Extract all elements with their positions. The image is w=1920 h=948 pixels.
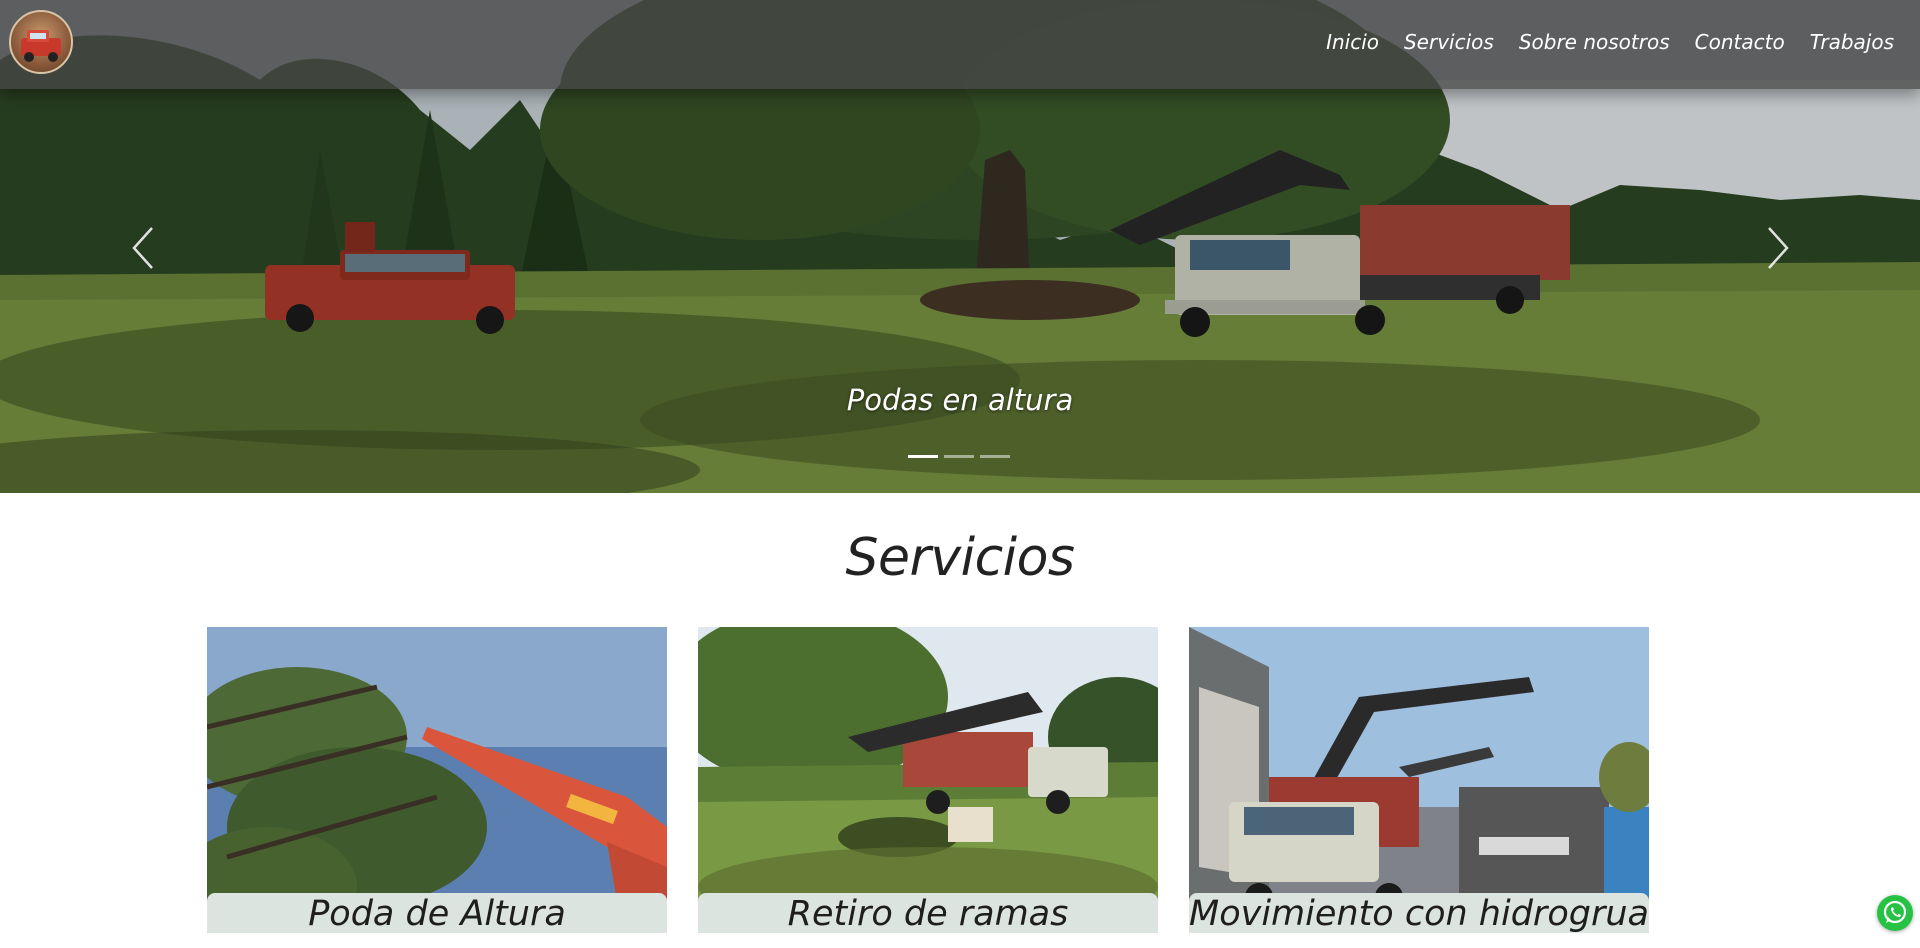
service-card-label: Movimiento con hidrogrua [1189, 893, 1649, 933]
service-card-poda[interactable]: Poda de Altura [207, 627, 667, 933]
service-card-label: Retiro de ramas [698, 893, 1158, 933]
carousel-indicators [908, 455, 1010, 458]
whatsapp-button[interactable] [1877, 895, 1913, 931]
service-card-hidrogrua[interactable]: Movimiento con hidrogrua [1189, 627, 1649, 933]
nav-link-inicio[interactable]: Inicio [1326, 30, 1379, 54]
chevron-left-icon [132, 227, 153, 269]
whatsapp-icon [1883, 900, 1907, 924]
chevron-right-icon [1768, 227, 1789, 269]
service-image-poda [207, 627, 667, 933]
navbar: Inicio Servicios Sobre nosotros Contacto… [0, 0, 1920, 89]
services-title: Servicios [845, 528, 1075, 588]
carousel-indicator-1[interactable] [908, 455, 938, 458]
carousel-next-button[interactable] [1757, 224, 1797, 272]
nav-menu: Inicio Servicios Sobre nosotros Contacto… [1326, 30, 1894, 54]
nav-link-contacto[interactable]: Contacto [1695, 30, 1785, 54]
carousel-prev-button[interactable] [124, 224, 164, 272]
nav-link-trabajos[interactable]: Trabajos [1810, 30, 1894, 54]
service-image-hidrogrua [1189, 627, 1649, 933]
carousel-indicator-3[interactable] [980, 455, 1010, 458]
service-card-retiro[interactable]: Retiro de ramas [698, 627, 1158, 933]
hero-carousel: Inicio Servicios Sobre nosotros Contacto… [0, 0, 1920, 493]
carousel-caption: Podas en altura [846, 383, 1074, 417]
nav-link-sobre-nosotros[interactable]: Sobre nosotros [1519, 30, 1670, 54]
fire-truck-logo-icon[interactable] [9, 10, 73, 74]
nav-link-servicios[interactable]: Servicios [1404, 30, 1494, 54]
service-card-label: Poda de Altura [207, 893, 667, 933]
carousel-indicator-2[interactable] [944, 455, 974, 458]
service-image-retiro [698, 627, 1158, 933]
